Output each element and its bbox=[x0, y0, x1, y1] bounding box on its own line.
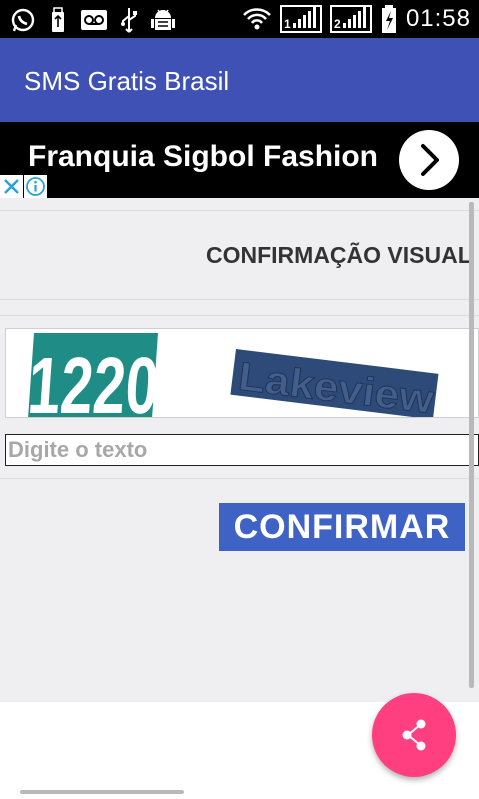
sim2-label: 2 bbox=[333, 17, 341, 31]
share-button[interactable] bbox=[372, 693, 456, 777]
notification-icons bbox=[10, 6, 176, 34]
divider bbox=[0, 478, 479, 479]
voicemail-icon bbox=[81, 10, 107, 30]
vertical-scrollbar[interactable] bbox=[469, 202, 474, 688]
ad-banner[interactable]: Franquia Sigbol Fashion bbox=[0, 122, 479, 198]
captcha-panel: CONFIRMAÇÃO VISUAL 1220 Lakeview CONFIRM… bbox=[0, 198, 479, 702]
status-time: 01:58 bbox=[405, 5, 471, 32]
battery-charging-icon bbox=[381, 5, 396, 33]
captcha-input[interactable] bbox=[6, 435, 478, 465]
usb-debug-icon bbox=[121, 8, 137, 33]
sim2-signal-icon: 2 bbox=[329, 5, 372, 33]
app-title: SMS Gratis Brasil bbox=[24, 66, 230, 96]
app-bar: SMS Gratis Brasil bbox=[0, 38, 479, 122]
ad-title[interactable]: Franquia Sigbol Fashion bbox=[28, 140, 378, 174]
system-icons: 1 2 01:58 bbox=[242, 4, 471, 34]
confirm-button[interactable]: CONFIRMAR bbox=[219, 503, 465, 551]
chevron-right-icon[interactable] bbox=[399, 130, 459, 190]
share-icon bbox=[402, 719, 426, 751]
horizontal-scrollbar[interactable] bbox=[20, 790, 184, 794]
captcha-word-1: 1220 bbox=[25, 340, 161, 417]
info-icon[interactable] bbox=[24, 175, 47, 198]
usb-icon bbox=[52, 7, 64, 32]
divider bbox=[0, 210, 479, 211]
android-debug-icon bbox=[151, 9, 175, 30]
sim1-signal-icon: 1 bbox=[279, 5, 322, 33]
close-icon[interactable] bbox=[0, 175, 23, 198]
status-bar: 1 2 01:58 bbox=[0, 0, 479, 38]
sim1-label: 1 bbox=[283, 17, 291, 31]
wifi-icon bbox=[243, 8, 271, 30]
captcha-input-field[interactable] bbox=[5, 434, 479, 466]
captcha-title: CONFIRMAÇÃO VISUAL bbox=[206, 242, 472, 268]
divider bbox=[0, 315, 479, 316]
whatsapp-icon bbox=[11, 8, 35, 32]
divider bbox=[0, 299, 479, 300]
captcha-image: 1220 Lakeview bbox=[5, 328, 479, 430]
